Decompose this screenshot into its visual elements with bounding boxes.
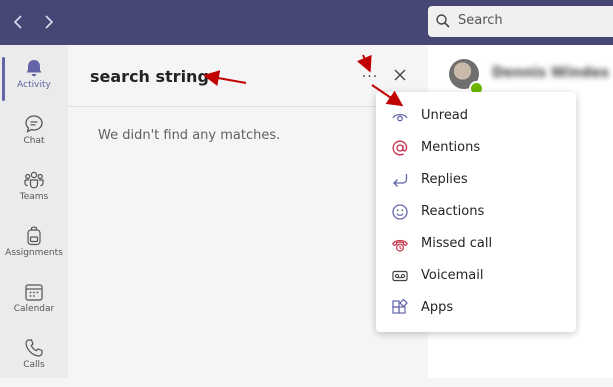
eye-icon [392,113,408,122]
apps-icon [392,299,408,314]
filter-menu: Unread Mentions Replies Reactions Missed… [376,92,576,332]
rail-label: Assignments [5,248,63,258]
menu-item-label: Mentions [421,140,481,155]
menu-item-label: Apps [421,300,454,315]
menu-item-unread[interactable]: Unread [376,100,576,132]
chevron-left-icon[interactable] [9,12,29,32]
rail-item-assignments[interactable]: Assignments [0,219,68,275]
activity-panel: search string ... We didn't find any mat… [68,45,428,378]
rail-item-calls[interactable]: Calls [0,331,68,387]
menu-item-voicemail[interactable]: Voicemail [376,260,576,292]
rail-label: Activity [17,80,51,90]
menu-item-label: Unread [421,108,469,123]
search-icon [436,14,450,28]
rail-label: Teams [19,192,49,202]
rail-item-activity[interactable]: Activity [0,51,68,107]
rail-label: Calendar [13,304,55,314]
backpack-icon [27,226,41,246]
menu-item-label: Voicemail [421,268,484,283]
reply-icon [393,174,408,187]
rail-item-teams[interactable]: Teams [0,163,68,219]
phone-icon [25,339,43,357]
calendar-icon [25,284,43,301]
missed-call-icon [392,239,408,252]
rail-item-calendar[interactable]: Calendar [0,275,68,331]
menu-item-replies[interactable]: Replies [376,164,576,196]
empty-state-message: We didn't find any matches. [98,128,281,143]
more-options-button[interactable]: ... [360,66,380,84]
menu-item-label: Replies [421,172,468,187]
search-placeholder: Search [458,13,503,28]
close-icon [394,69,406,81]
teams-icon [24,171,44,189]
app-rail: Activity Chat Teams Assignments Calendar… [0,45,68,378]
close-button[interactable] [390,65,410,85]
menu-item-label: Missed call [421,236,493,251]
user-name[interactable]: Dennis Windes [492,65,609,81]
chat-icon [25,115,43,133]
at-icon [392,140,408,156]
menu-item-apps[interactable]: Apps [376,292,576,324]
rail-item-chat[interactable]: Chat [0,107,68,163]
bell-icon [26,60,42,77]
divider [68,106,428,107]
rail-label: Chat [23,136,45,146]
chevron-right-icon[interactable] [38,12,58,32]
voicemail-icon [392,270,408,282]
title-bar: Search [0,0,613,45]
menu-item-reactions[interactable]: Reactions [376,196,576,228]
search-input[interactable]: Search [428,6,613,37]
menu-item-mentions[interactable]: Mentions [376,132,576,164]
page-title: search string [90,67,209,86]
active-indicator [2,57,5,101]
menu-item-label: Reactions [421,204,485,219]
menu-item-missed-call[interactable]: Missed call [376,228,576,260]
smiley-icon [392,204,408,220]
rail-label: Calls [23,360,45,370]
